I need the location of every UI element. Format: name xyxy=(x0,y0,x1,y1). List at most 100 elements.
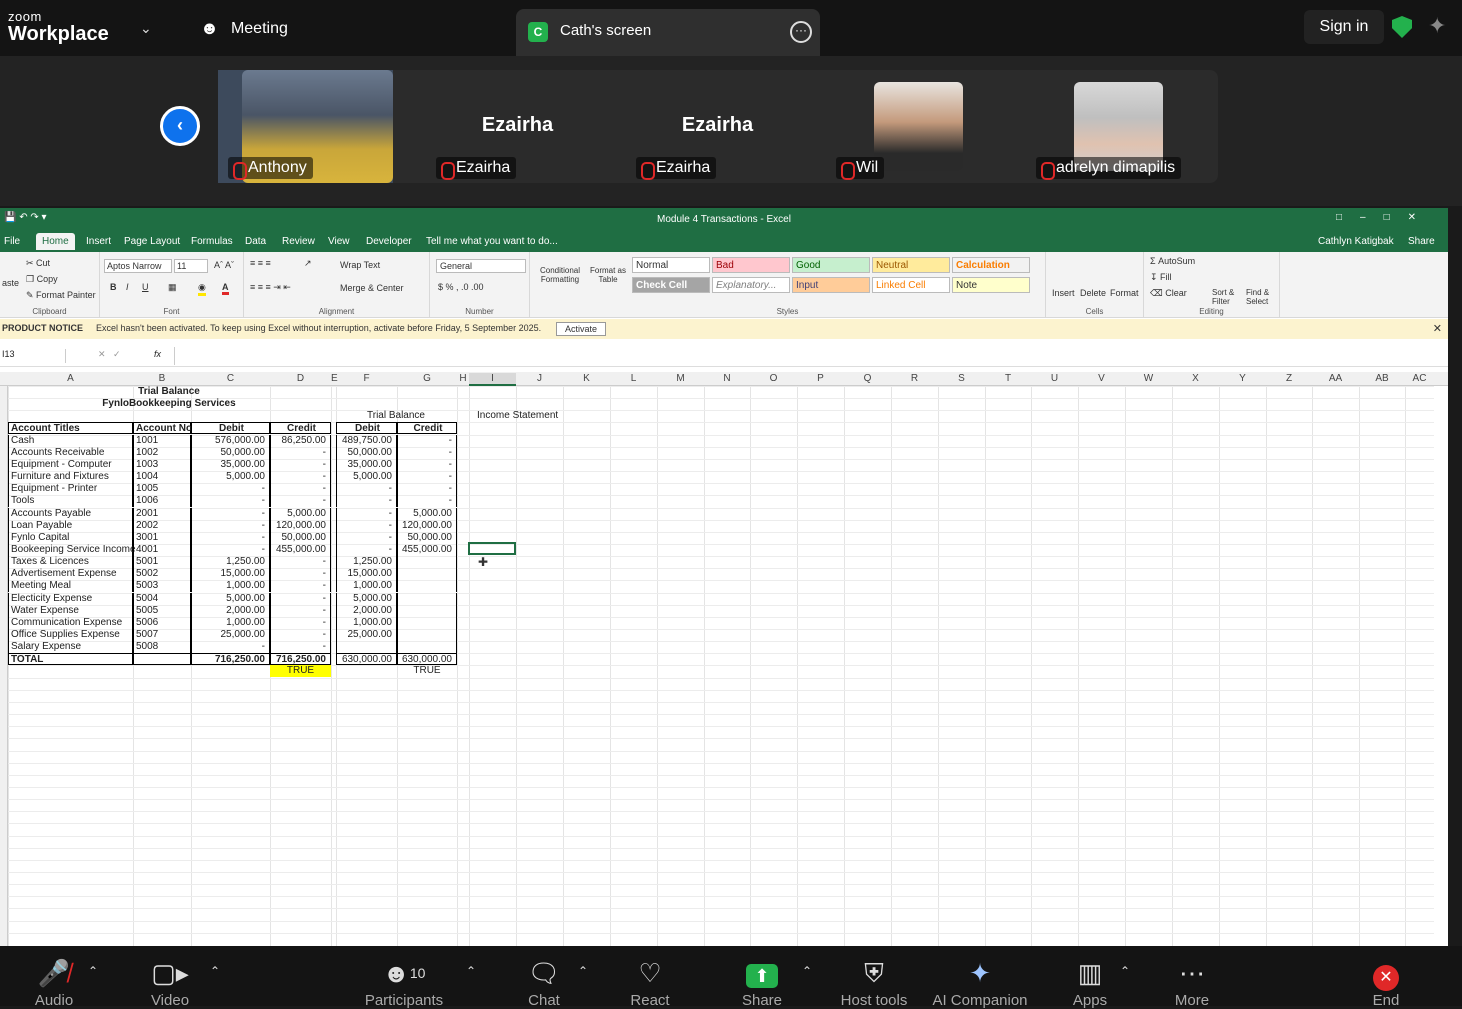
sheet-cell[interactable]: Meeting Meal xyxy=(8,580,133,593)
sheet-cell[interactable]: 2002 xyxy=(133,519,191,532)
sheet-cell[interactable]: 1,000.00 xyxy=(336,580,397,593)
sheet-cell[interactable]: 5005 xyxy=(133,604,191,617)
sheet-cell[interactable]: Credit xyxy=(397,422,457,435)
close-icon[interactable]: ✕ xyxy=(1433,322,1442,335)
sheet-cell[interactable]: 716,250.00 xyxy=(270,653,331,666)
sheet-cell[interactable] xyxy=(397,641,457,654)
bold-icon[interactable]: B xyxy=(110,282,117,292)
sheet-cell[interactable]: 15,000.00 xyxy=(336,568,397,581)
font-size-select[interactable]: 11 xyxy=(174,259,208,273)
font-name-select[interactable]: Aptos Narrow xyxy=(104,259,172,273)
participant-tile[interactable]: Ezairha Ezairha xyxy=(630,70,805,183)
sheet-cell[interactable]: 716,250.00 xyxy=(191,653,270,666)
formula-input[interactable] xyxy=(174,347,1436,365)
column-header[interactable]: X xyxy=(1172,373,1219,384)
column-header[interactable]: AB xyxy=(1359,373,1405,384)
menu-page-layout[interactable]: Page Layout xyxy=(124,236,180,247)
sheet-cell[interactable]: 86,250.00 xyxy=(270,434,331,447)
column-header[interactable]: Y xyxy=(1219,373,1266,384)
sheet-cell[interactable]: Credit xyxy=(270,422,331,435)
sheet-cell[interactable]: Bookeeping Service Income xyxy=(8,543,136,556)
sheet-cell[interactable]: Accounts Receivable xyxy=(8,446,133,459)
sheet-cell[interactable]: Equipment - Printer xyxy=(8,483,133,496)
sheet-cell[interactable]: 5,000.00 xyxy=(336,471,397,484)
sheet-cell[interactable] xyxy=(397,592,457,605)
sheet-cell[interactable]: - xyxy=(270,592,331,605)
sheet-cell[interactable]: Salary Expense xyxy=(8,641,133,654)
sheet-cell[interactable]: 35,000.00 xyxy=(336,458,397,471)
sheet-cell[interactable]: 5,000.00 xyxy=(270,507,331,520)
sheet-cell[interactable]: - xyxy=(270,629,331,641)
sheet-cell[interactable]: - xyxy=(191,519,270,532)
sheet-cell[interactable]: FynloBookkeeping Services xyxy=(8,398,330,410)
format-cells-button[interactable]: Format xyxy=(1110,288,1139,298)
sheet-cell[interactable]: 1,250.00 xyxy=(191,556,270,569)
sheet-cell[interactable]: - xyxy=(191,641,270,654)
sheet-cell[interactable]: 5008 xyxy=(133,641,191,654)
sheet-cell[interactable]: 1003 xyxy=(133,458,191,471)
apps-options-caret[interactable]: ⌃ xyxy=(1120,964,1130,978)
column-header[interactable]: D xyxy=(270,373,331,384)
column-header[interactable]: Q xyxy=(844,373,891,384)
column-header[interactable]: P xyxy=(797,373,844,384)
sheet-cell[interactable]: Taxes & Licences xyxy=(8,556,133,569)
orientation-icon[interactable]: ↗ xyxy=(304,258,312,269)
react-button[interactable]: ♡ React xyxy=(600,958,700,1009)
insert-cells-button[interactable]: Insert xyxy=(1052,288,1075,298)
sheet-cell[interactable] xyxy=(397,616,457,629)
security-shield-icon[interactable] xyxy=(1392,16,1412,38)
sheet-cell[interactable]: - xyxy=(191,507,270,520)
sheet-cell[interactable]: 455,000.00 xyxy=(397,543,457,556)
column-header[interactable]: U xyxy=(1031,373,1078,384)
sheet-cell[interactable]: 5002 xyxy=(133,568,191,581)
wrap-text-button[interactable]: Wrap Text xyxy=(340,260,380,270)
sheet-cell[interactable]: 1,000.00 xyxy=(191,580,270,593)
column-header[interactable]: O xyxy=(750,373,797,384)
column-header[interactable]: I xyxy=(469,373,516,386)
paste-button[interactable]: aste xyxy=(2,278,19,288)
column-header[interactable]: N xyxy=(704,373,750,384)
sheet-cell[interactable]: 5,000.00 xyxy=(397,507,457,520)
column-header[interactable]: C xyxy=(191,373,270,384)
sheet-cell[interactable]: 120,000.00 xyxy=(397,519,457,532)
share-screen-button[interactable]: ⬆ Share xyxy=(712,958,812,1009)
video-options-caret[interactable]: ⌃ xyxy=(210,964,220,978)
tell-me-search[interactable]: Tell me what you want to do... xyxy=(426,236,558,247)
sheet-cell[interactable]: - xyxy=(270,556,331,569)
font-color-icon[interactable]: A xyxy=(222,282,229,295)
sheet-cell[interactable]: - xyxy=(397,483,457,496)
column-header[interactable]: L xyxy=(610,373,657,384)
name-box[interactable]: I13 xyxy=(0,349,66,363)
sheet-cell[interactable]: 50,000.00 xyxy=(191,446,270,459)
sheet-cell[interactable]: - xyxy=(397,458,457,471)
sheet-cell[interactable]: Advertisement Expense xyxy=(8,568,133,581)
column-header[interactable]: AC xyxy=(1405,373,1434,384)
sheet-cell[interactable]: Income Statement xyxy=(469,410,569,422)
video-button[interactable]: ▢▸ Video xyxy=(120,958,220,1009)
cancel-confirm-icons[interactable]: ✕ ✓ xyxy=(98,349,121,360)
menu-file[interactable]: File xyxy=(4,236,20,247)
end-meeting-button[interactable]: ✕ End xyxy=(1336,958,1436,1009)
column-header[interactable]: V xyxy=(1078,373,1125,384)
ai-companion-button[interactable]: ✦ AI Companion xyxy=(920,958,1040,1009)
column-header[interactable]: R xyxy=(891,373,938,384)
delete-cells-button[interactable]: Delete xyxy=(1080,288,1106,298)
italic-icon[interactable]: I xyxy=(126,282,129,292)
sheet-cell[interactable] xyxy=(336,641,397,654)
chevron-down-icon[interactable]: ⌄ xyxy=(140,20,152,37)
sheet-cell[interactable]: 1004 xyxy=(133,471,191,484)
merge-center-button[interactable]: Merge & Center xyxy=(340,283,404,293)
sheet-cell[interactable]: - xyxy=(397,471,457,484)
sheet-cell[interactable]: TOTAL xyxy=(8,653,133,666)
participants-button[interactable]: ☻10 Participants xyxy=(354,958,454,1009)
sheet-cell[interactable]: 2,000.00 xyxy=(191,604,270,617)
menu-home[interactable]: Home xyxy=(36,233,75,250)
sheet-cell[interactable]: 5001 xyxy=(133,556,191,569)
sheet-cell[interactable]: 1001 xyxy=(133,434,191,447)
chat-options-caret[interactable]: ⌃ xyxy=(578,964,588,978)
sheet-cell[interactable]: - xyxy=(270,495,331,508)
fill-color-icon[interactable]: ◉ xyxy=(198,282,206,296)
previous-page-button[interactable]: ‹ xyxy=(160,106,200,146)
sheet-cell[interactable]: Tools xyxy=(8,495,133,508)
column-header[interactable]: T xyxy=(985,373,1031,384)
